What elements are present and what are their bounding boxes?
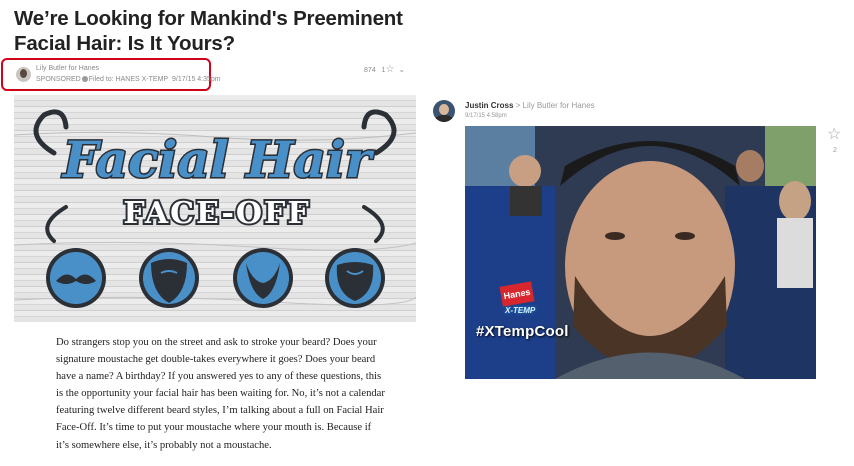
author-avatar[interactable] bbox=[16, 67, 31, 82]
post-timestamp[interactable]: 9/17/15 4:35pm bbox=[172, 76, 221, 83]
post-stats: 874 1☆ ⌄ bbox=[364, 64, 405, 75]
chevron-down-icon[interactable]: ⌄ bbox=[398, 65, 405, 74]
byline-meta: SPONSORED Filed to: HANES X-TEMP 9/17/15 … bbox=[36, 76, 221, 83]
reply-to-link[interactable]: Lily Butler for Hanes bbox=[523, 101, 595, 110]
hero-image[interactable]: Facial Hair FACE-OFF bbox=[14, 95, 416, 322]
selfie-photo bbox=[465, 126, 816, 379]
reply-avatar[interactable] bbox=[433, 100, 455, 122]
reply-arrow-icon: > bbox=[515, 101, 521, 110]
medallion-curled-beard bbox=[325, 248, 385, 308]
hero-title-line1: Facial Hair bbox=[61, 130, 375, 189]
reply-timestamp[interactable]: 9/17/15 4:58pm bbox=[465, 113, 507, 119]
byline-box: Lily Butler for Hanes SPONSORED Filed to:… bbox=[1, 58, 221, 91]
star-icon[interactable]: ☆ bbox=[385, 64, 394, 75]
hero-title-line2: FACE-OFF bbox=[123, 196, 310, 231]
sponsored-label: SPONSORED bbox=[36, 76, 81, 83]
reply-star-count: 2 bbox=[833, 147, 837, 154]
medallion-full-beard bbox=[139, 248, 199, 308]
author-link[interactable]: Lily Butler for Hanes bbox=[36, 65, 99, 72]
filed-to-link[interactable]: Filed to: HANES X-TEMP bbox=[89, 76, 168, 83]
hero-artwork: Facial Hair FACE-OFF bbox=[14, 109, 416, 308]
medallion-moustache bbox=[46, 248, 106, 308]
dot-icon bbox=[81, 76, 88, 82]
reply-star-icon[interactable]: ☆ bbox=[827, 127, 841, 143]
medallion-goatee bbox=[233, 248, 293, 308]
photo-hashtag: #XTempCool bbox=[476, 323, 569, 340]
xtemp-logo: X-TEMP bbox=[505, 306, 536, 315]
article-body: Do strangers stop you on the street and … bbox=[56, 337, 385, 451]
article-title[interactable]: We’re Looking for Mankind's Preeminent F… bbox=[14, 6, 414, 56]
reply-photo[interactable]: Hanes X-TEMP #XTempCool bbox=[465, 126, 816, 379]
reply-author-link[interactable]: Justin Cross bbox=[465, 101, 513, 110]
view-count: 874 bbox=[364, 67, 376, 74]
reply-byline: Justin Cross > Lily Butler for Hanes bbox=[465, 101, 595, 110]
